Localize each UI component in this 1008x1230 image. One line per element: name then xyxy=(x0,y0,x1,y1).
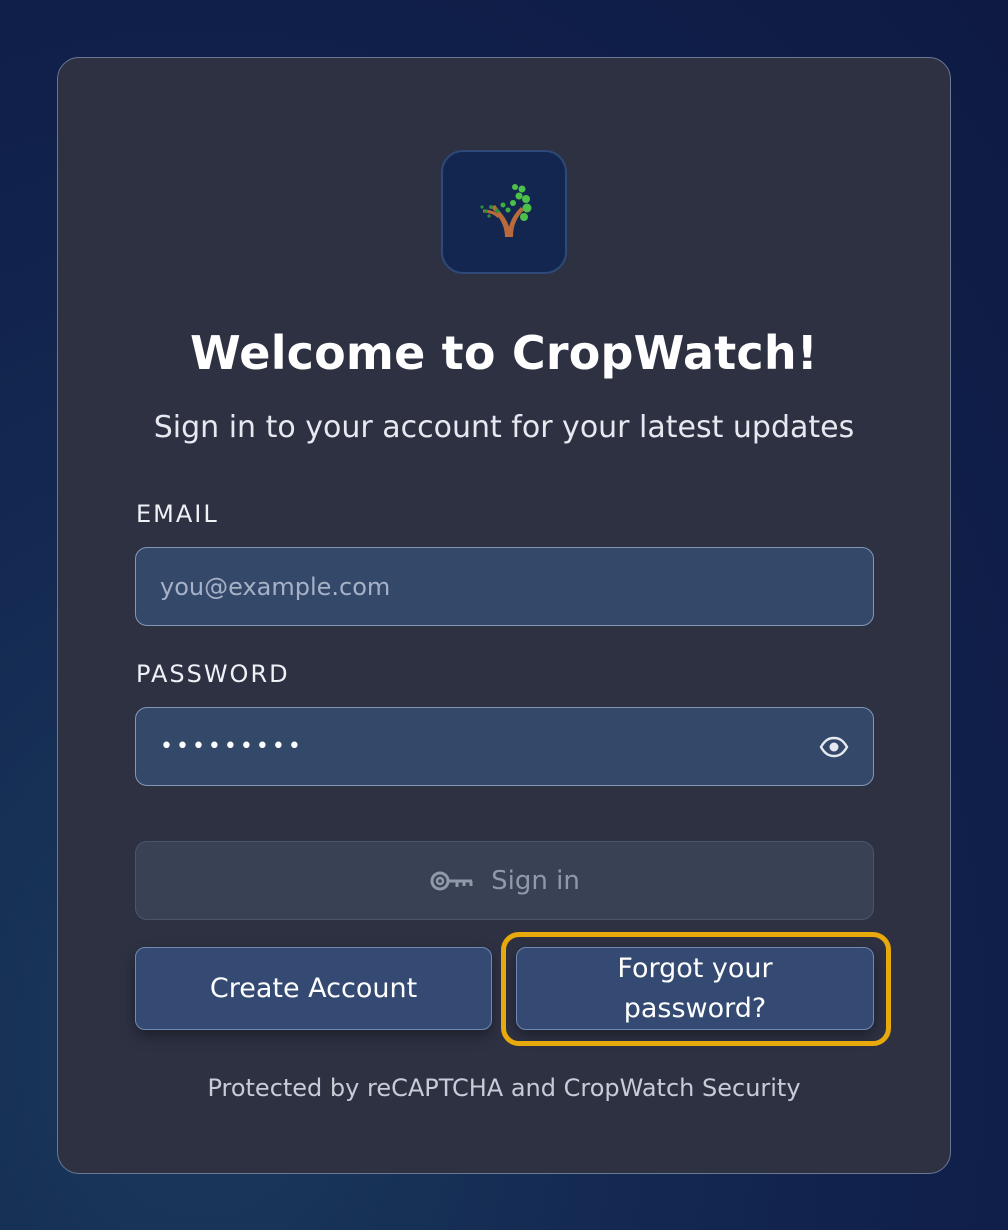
password-input[interactable] xyxy=(135,707,874,786)
cropwatch-tree-logo-icon xyxy=(480,184,532,237)
key-icon xyxy=(430,871,473,890)
login-card: Welcome to CropWatch! Sign in to your ac… xyxy=(57,57,951,1174)
forgot-password-button[interactable]: Forgot your password? xyxy=(516,947,874,1030)
show-password-toggle[interactable] xyxy=(818,734,850,760)
email-label: EMAIL xyxy=(136,500,219,528)
email-input[interactable] xyxy=(135,547,874,626)
sign-in-label: Sign in xyxy=(491,865,580,896)
security-footer: Protected by reCAPTCHA and CropWatch Sec… xyxy=(207,1074,801,1102)
page-title: Welcome to CropWatch! xyxy=(190,326,818,380)
create-account-button[interactable]: Create Account xyxy=(135,947,492,1030)
password-label: PASSWORD xyxy=(136,660,290,688)
page-subtitle: Sign in to your account for your latest … xyxy=(153,410,855,445)
app-logo xyxy=(441,150,567,274)
eye-icon xyxy=(819,736,849,758)
sign-in-button[interactable]: Sign in xyxy=(135,841,874,920)
